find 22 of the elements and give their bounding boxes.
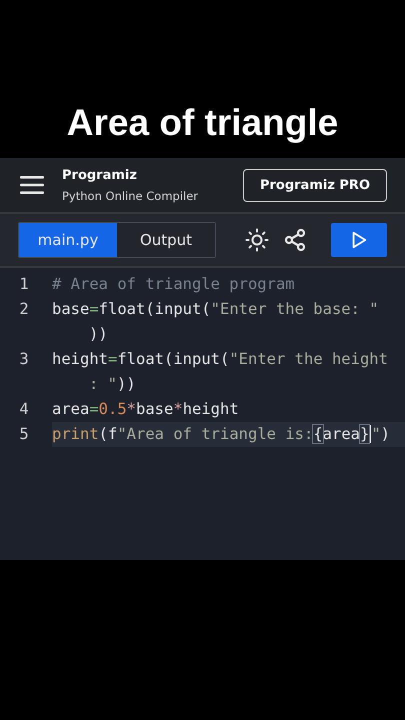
line-number: 1 [18, 274, 30, 295]
file-tab[interactable]: main.py [19, 223, 117, 257]
play-icon [350, 231, 368, 249]
sun-icon[interactable] [245, 228, 269, 252]
pro-button[interactable]: Programiz PRO [242, 168, 387, 202]
line-number: 2 [18, 299, 30, 320]
logo[interactable]: Programiz [62, 168, 243, 182]
share-icon[interactable] [283, 228, 307, 252]
code-line: base=float(input("Enter the base: " [52, 300, 379, 318]
code-line: )) [89, 325, 108, 343]
line-number: 5 [18, 424, 30, 445]
line-number: 3 [18, 349, 30, 370]
code-line: # Area of triangle program [52, 275, 295, 293]
code-line: : ")) [89, 375, 136, 393]
menu-icon[interactable] [20, 176, 44, 194]
code-line: area=0.5*base*height [52, 400, 239, 418]
code-line: print(f"Area of triangle is:{area}") [52, 425, 390, 443]
code-line: height=float(input("Enter the height [52, 350, 388, 368]
line-number: 4 [18, 399, 30, 420]
run-button[interactable] [331, 223, 387, 257]
subtitle: Python Online Compiler [62, 188, 200, 202]
video-title: Area of triangle [66, 102, 338, 144]
